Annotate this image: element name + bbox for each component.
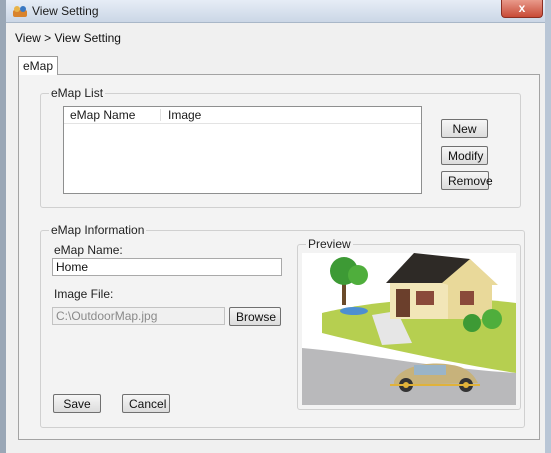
house-car-preview-image <box>302 253 516 405</box>
list-header: eMap Name Image <box>64 107 421 124</box>
view-setting-window: View Setting x View > View Setting eMap … <box>0 0 551 453</box>
modify-button[interactable]: Modify <box>441 146 488 165</box>
emap-information-group-title: eMap Information <box>49 223 147 237</box>
column-header-image[interactable]: Image <box>168 107 201 123</box>
browse-button[interactable]: Browse <box>229 307 281 326</box>
app-icon <box>13 6 27 17</box>
save-button[interactable]: Save <box>53 394 101 413</box>
window-title: View Setting <box>32 4 99 18</box>
emap-listview[interactable]: eMap Name Image <box>63 106 422 194</box>
close-button[interactable]: x <box>501 0 543 18</box>
preview-group: Preview <box>297 237 521 410</box>
title-bar[interactable]: View Setting x <box>6 0 545 23</box>
remove-button[interactable]: Remove <box>441 171 493 190</box>
new-button[interactable]: New <box>441 119 488 138</box>
close-icon: x <box>518 1 526 15</box>
emap-name-label: eMap Name: <box>54 243 123 257</box>
column-divider[interactable] <box>160 109 161 121</box>
emap-list-group-title: eMap List <box>49 86 106 100</box>
image-file-field: C:\OutdoorMap.jpg <box>52 307 225 325</box>
preview-title: Preview <box>306 237 353 251</box>
image-file-label: Image File: <box>54 287 114 301</box>
tab-emap[interactable]: eMap <box>18 56 58 75</box>
column-header-emap-name[interactable]: eMap Name <box>70 107 135 123</box>
cancel-button[interactable]: Cancel <box>122 394 170 413</box>
breadcrumb: View > View Setting <box>15 31 121 45</box>
emap-name-field[interactable]: Home <box>52 258 282 276</box>
